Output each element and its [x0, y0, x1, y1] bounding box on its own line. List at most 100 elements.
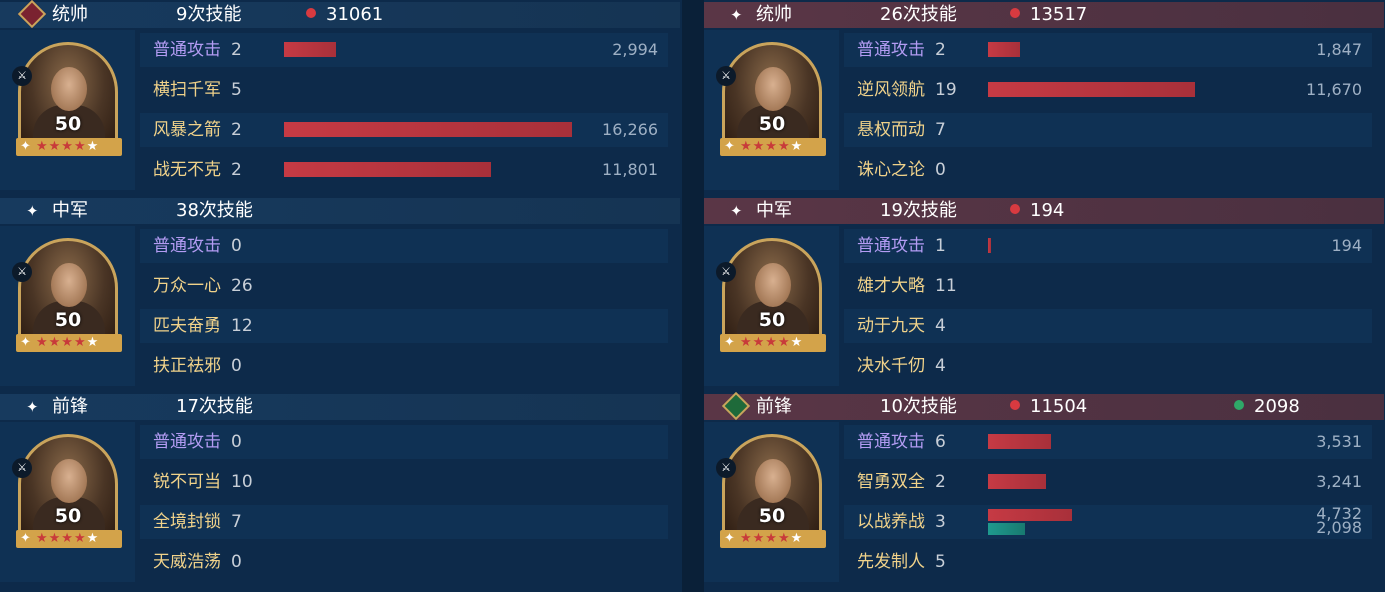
skill-trigger-count: 19 [935, 80, 957, 100]
unit-header: ✦ 中军 19次技能 194 [704, 198, 1384, 224]
green-heart-diamond-icon: ✦ [721, 391, 751, 421]
unit-panel-1[interactable]: ✦ 统帅 9次技能 31061 50 ⚔ ✦ ★★★★★ 普通攻击 2 2,994 横… [0, 0, 680, 196]
skill-cast-count: 10次技能 [880, 396, 957, 417]
skill-row[interactable]: 普通攻击 2 2,994 [140, 33, 668, 67]
unit-header: ✦ 前锋 10次技能 11504 2098 [704, 391, 1384, 421]
skill-trigger-count: 0 [231, 356, 242, 376]
hero-face [51, 67, 87, 111]
damage-dot-icon [306, 8, 316, 18]
skill-row[interactable]: 匹夫奋勇 12 [140, 309, 668, 343]
skill-row[interactable]: 全境封锁 7 [140, 505, 668, 539]
skill-cast-count: 38次技能 [176, 200, 253, 221]
skill-row[interactable]: 万众一心 26 [140, 269, 668, 303]
skill-row[interactable]: 雄才大略 11 [844, 269, 1372, 303]
stars-icon: ★★★★★ [740, 531, 804, 546]
skill-name: 悬权而动 [857, 120, 925, 140]
skill-name: 普通攻击 [857, 236, 925, 256]
unit-panel-3[interactable]: ✦ 前锋 10次技能 11504 2098 50 ⚔ ✦ ★★★★★ 普通攻击 6… [704, 391, 1384, 588]
stars-icon: ★★★★★ [740, 335, 804, 350]
skill-trigger-count: 2 [231, 40, 242, 60]
troop-type-icon: ⚔ [12, 262, 32, 282]
skill-row[interactable]: 悬权而动 7 [844, 113, 1372, 147]
damage-value: 11,801 [602, 160, 658, 179]
skill-trigger-count: 7 [231, 512, 242, 532]
hero-card[interactable]: 50 ⚔ ✦ ★★★★★ [704, 422, 839, 582]
unit-header: ✦ 统帅 26次技能 13517 [704, 2, 1384, 28]
skill-name: 先发制人 [857, 552, 925, 572]
stars-icon: ★★★★★ [36, 335, 100, 350]
unit-panel-2[interactable]: ✦ 中军 19次技能 194 50 ⚔ ✦ ★★★★★ 普通攻击 1 194 雄才大略… [704, 196, 1384, 392]
right-team-panel: ✦ 统帅 26次技能 13517 50 ⚔ ✦ ★★★★★ 普通攻击 2 1,847… [704, 0, 1384, 592]
damage-bar [988, 82, 1195, 97]
skill-name: 雄才大略 [857, 276, 925, 296]
damage-bar [988, 238, 991, 253]
skill-row[interactable]: 逆风领航 19 11,670 [844, 73, 1372, 107]
star-rating: ✦ ★★★★★ [720, 138, 826, 156]
unit-panel-2[interactable]: ✦ 中军 38次技能 50 ⚔ ✦ ★★★★★ 普通攻击 0 万众一心 26 匹夫奋勇 1… [0, 196, 680, 392]
skill-row[interactable]: 普通攻击 0 [140, 229, 668, 263]
hero-card[interactable]: 50 ⚔ ✦ ★★★★★ [0, 30, 135, 190]
hero-level: 50 [54, 309, 82, 331]
hero-card[interactable]: 50 ⚔ ✦ ★★★★★ [704, 30, 839, 190]
skill-row[interactable]: 扶正祛邪 0 [140, 349, 668, 383]
skill-name: 决水千仞 [857, 356, 925, 376]
stars-icon: ★★★★★ [36, 531, 100, 546]
hero-card[interactable]: 50 ⚔ ✦ ★★★★★ [0, 226, 135, 386]
skill-cast-count: 19次技能 [880, 200, 957, 221]
damage-value: 194 [1331, 236, 1362, 255]
skill-name: 诛心之论 [857, 160, 925, 180]
hero-card[interactable]: 50 ⚔ ✦ ★★★★★ [0, 422, 135, 582]
total-heal-value: 2098 [1254, 396, 1300, 417]
skill-row[interactable]: 先发制人 5 [844, 545, 1372, 579]
damage-value: 11,670 [1306, 80, 1362, 99]
skill-row[interactable]: 天威浩荡 0 [140, 545, 668, 579]
hero-face [51, 263, 87, 307]
unit-panel-3[interactable]: ✦ 前锋 17次技能 50 ⚔ ✦ ★★★★★ 普通攻击 0 锐不可当 10 全境封锁 7… [0, 392, 680, 588]
skill-trigger-count: 6 [935, 432, 946, 452]
troop-type-icon: ⚔ [716, 66, 736, 86]
role-label: 统帅 [52, 4, 88, 25]
skill-trigger-count: 0 [935, 160, 946, 180]
troop-type-icon: ⚔ [716, 458, 736, 478]
damage-value: 3,241 [1316, 472, 1362, 491]
skill-row[interactable]: 普通攻击 2 1,847 [844, 33, 1372, 67]
total-damage: 11504 [1010, 395, 1087, 419]
hero-face [755, 459, 791, 503]
troop-type-icon: ⚔ [12, 458, 32, 478]
skill-row[interactable]: 锐不可当 10 [140, 465, 668, 499]
damage-bar [284, 122, 572, 137]
skill-cast-count: 17次技能 [176, 396, 253, 417]
skill-name: 扶正祛邪 [153, 356, 221, 376]
skill-row[interactable]: 诛心之论 0 [844, 153, 1372, 187]
skill-row[interactable]: 智勇双全 2 3,241 [844, 465, 1372, 499]
skill-row[interactable]: 普通攻击 1 194 [844, 229, 1372, 263]
skill-name: 普通攻击 [857, 432, 925, 452]
star-rating: ✦ ★★★★★ [720, 530, 826, 548]
skill-row[interactable]: 风暴之箭 2 16,266 [140, 113, 668, 147]
star-rating: ✦ ★★★★★ [720, 334, 826, 352]
role-label: 统帅 [756, 4, 792, 25]
skill-row[interactable]: 横扫千军 5 [140, 73, 668, 107]
damage-value: 3,531 [1316, 432, 1362, 451]
hero-card[interactable]: 50 ⚔ ✦ ★★★★★ [704, 226, 839, 386]
total-damage: 194 [1010, 199, 1064, 223]
heal-bar [988, 523, 1025, 535]
skill-row[interactable]: 动于九天 4 [844, 309, 1372, 343]
total-damage: 13517 [1010, 3, 1087, 27]
damage-bar [988, 474, 1046, 489]
skill-row[interactable]: 战无不克 2 11,801 [140, 153, 668, 187]
hero-level: 50 [54, 505, 82, 527]
skill-trigger-count: 12 [231, 316, 253, 336]
skill-row[interactable]: 普通攻击 0 [140, 425, 668, 459]
unit-panel-1[interactable]: ✦ 统帅 26次技能 13517 50 ⚔ ✦ ★★★★★ 普通攻击 2 1,847… [704, 0, 1384, 196]
skill-name: 逆风领航 [857, 80, 925, 100]
hero-level: 50 [758, 113, 786, 135]
skill-name: 风暴之箭 [153, 120, 221, 140]
unit-header: ✦ 中军 38次技能 [0, 198, 680, 224]
total-damage-value: 194 [1030, 200, 1065, 221]
damage-value: 1,847 [1316, 40, 1362, 59]
skill-row[interactable]: 以战养战 3 4,732 2,098 [844, 505, 1372, 539]
damage-value: 2,994 [612, 40, 658, 59]
skill-row[interactable]: 普通攻击 6 3,531 [844, 425, 1372, 459]
skill-row[interactable]: 决水千仞 4 [844, 349, 1372, 383]
